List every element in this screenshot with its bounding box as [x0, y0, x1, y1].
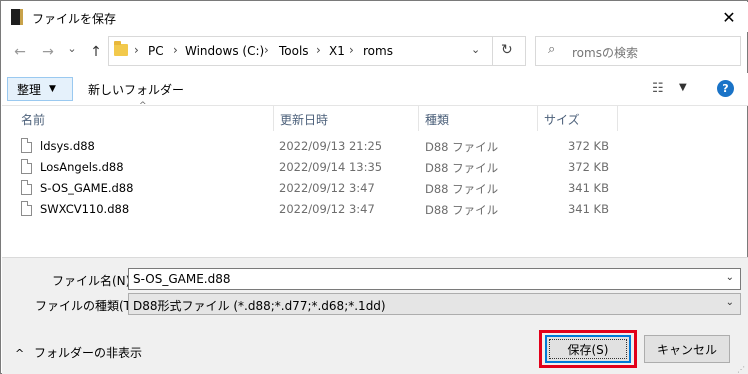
chevron-down-icon[interactable]: ⌄: [726, 297, 734, 308]
breadcrumb-tools[interactable]: Tools: [279, 44, 309, 58]
header-divider: [2, 105, 748, 106]
refresh-icon[interactable]: ↻: [501, 42, 513, 58]
hide-folders-toggle[interactable]: ^ フォルダーの非表示: [15, 344, 142, 361]
file-type: D88 ファイル: [425, 182, 499, 196]
sort-arrow-icon: ^: [139, 101, 147, 111]
save-dialog: ファイルを保存 ✕ ← → ⌄ ↑ › PC › Windows (C:) › …: [0, 0, 748, 374]
file-date: 2022/09/12 3:47: [279, 181, 375, 195]
column-divider[interactable]: [273, 105, 274, 131]
filename-field[interactable]: S-OS_GAME.d88 ⌄: [128, 268, 741, 290]
file-row[interactable]: LosAngels.d88 2022/09/14 13:35 D88 ファイル …: [15, 157, 621, 178]
file-name: LosAngels.d88: [40, 160, 124, 174]
breadcrumb-x1[interactable]: X1: [329, 44, 345, 58]
chevron-down-icon[interactable]: ⌄: [726, 272, 734, 283]
help-icon[interactable]: ?: [717, 80, 734, 97]
file-type: D88 ファイル: [425, 140, 499, 154]
column-divider[interactable]: [617, 105, 618, 131]
file-row[interactable]: SWXCV110.d88 2022/09/12 3:47 D88 ファイル 34…: [15, 199, 621, 220]
title-bar: ファイルを保存 ✕: [2, 2, 748, 32]
breadcrumb-separator: ›: [349, 43, 354, 57]
app-icon: [11, 9, 23, 25]
file-name: ldsys.d88: [40, 139, 95, 153]
save-button[interactable]: 保存(S): [545, 335, 631, 363]
filetype-label: ファイルの種類(T):: [35, 299, 140, 313]
file-icon: [21, 201, 32, 216]
breadcrumb-windows-c[interactable]: Windows (C:): [185, 44, 264, 58]
view-options-icon[interactable]: ☷: [652, 81, 664, 96]
breadcrumb-roms[interactable]: roms: [363, 44, 393, 58]
search-input[interactable]: romsの検索: [572, 44, 638, 61]
file-size: 341 KB: [567, 181, 609, 195]
file-date: 2022/09/14 13:35: [279, 160, 383, 174]
address-divider: [492, 37, 493, 65]
file-row[interactable]: S-OS_GAME.d88 2022/09/12 3:47 D88 ファイル 3…: [15, 178, 621, 199]
breadcrumb-pc[interactable]: PC: [148, 44, 164, 58]
up-arrow-icon[interactable]: ↑: [87, 43, 105, 61]
column-header-date[interactable]: 更新日時: [280, 111, 328, 128]
file-icon: [21, 138, 32, 153]
chevron-up-icon: ^: [15, 347, 25, 360]
file-icon: [21, 180, 32, 195]
organize-label: 整理: [17, 82, 42, 97]
file-name: SWXCV110.d88: [40, 202, 130, 216]
column-header-name[interactable]: 名前: [21, 111, 45, 128]
resize-grip-icon[interactable]: ⋰: [737, 365, 745, 374]
cancel-button-label: キャンセル: [656, 342, 717, 357]
search-box[interactable]: ⌕ romsの検索: [535, 36, 741, 66]
file-type: D88 ファイル: [425, 203, 499, 217]
file-size: 372 KB: [567, 139, 609, 153]
file-date: 2022/09/12 3:47: [279, 202, 375, 216]
organize-button[interactable]: 整理 ▼: [7, 77, 73, 101]
file-type: D88 ファイル: [425, 161, 499, 175]
caret-down-icon: ▼: [49, 84, 56, 94]
file-date: 2022/09/13 21:25: [279, 139, 383, 153]
address-bar[interactable]: › PC › Windows (C:) › Tools › X1 › roms …: [108, 36, 526, 66]
column-divider[interactable]: [418, 105, 419, 131]
recent-locations-icon[interactable]: ⌄: [63, 39, 81, 57]
back-arrow-icon[interactable]: ←: [11, 43, 29, 61]
view-dropdown-icon[interactable]: ▼: [679, 82, 687, 93]
file-name: S-OS_GAME.d88: [40, 181, 134, 195]
column-header-type[interactable]: 種類: [425, 111, 449, 128]
new-folder-button[interactable]: 新しいフォルダー: [88, 81, 184, 98]
save-button-label: 保存(S): [567, 342, 609, 357]
filetype-select[interactable]: D88形式ファイル (*.d88;*.d77;*.d68;*.1dd) ⌄: [128, 293, 741, 315]
breadcrumb-separator: ›: [264, 43, 269, 57]
hide-folders-label: フォルダーの非表示: [34, 346, 143, 360]
column-divider[interactable]: [537, 105, 538, 131]
file-icon: [21, 159, 32, 174]
forward-arrow-icon[interactable]: →: [39, 43, 57, 61]
search-icon: ⌕: [548, 42, 556, 57]
file-size: 372 KB: [567, 160, 609, 174]
breadcrumb-separator: ›: [173, 43, 178, 57]
breadcrumb-separator: ›: [134, 43, 139, 57]
filetype-value: D88形式ファイル (*.d88;*.d77;*.d68;*.1dd): [133, 299, 386, 313]
window-title: ファイルを保存: [32, 12, 117, 26]
cancel-button[interactable]: キャンセル: [644, 335, 730, 363]
folder-icon: [114, 41, 128, 56]
file-size: 341 KB: [567, 202, 609, 216]
file-row[interactable]: ldsys.d88 2022/09/13 21:25 D88 ファイル 372 …: [15, 136, 621, 157]
breadcrumb-separator: ›: [316, 43, 321, 57]
filename-label: ファイル名(N):: [52, 274, 135, 288]
column-header-size[interactable]: サイズ: [544, 111, 580, 128]
filename-value: S-OS_GAME.d88: [133, 272, 231, 286]
address-dropdown-icon[interactable]: ⌄: [471, 43, 480, 56]
close-icon[interactable]: ✕: [714, 4, 744, 30]
